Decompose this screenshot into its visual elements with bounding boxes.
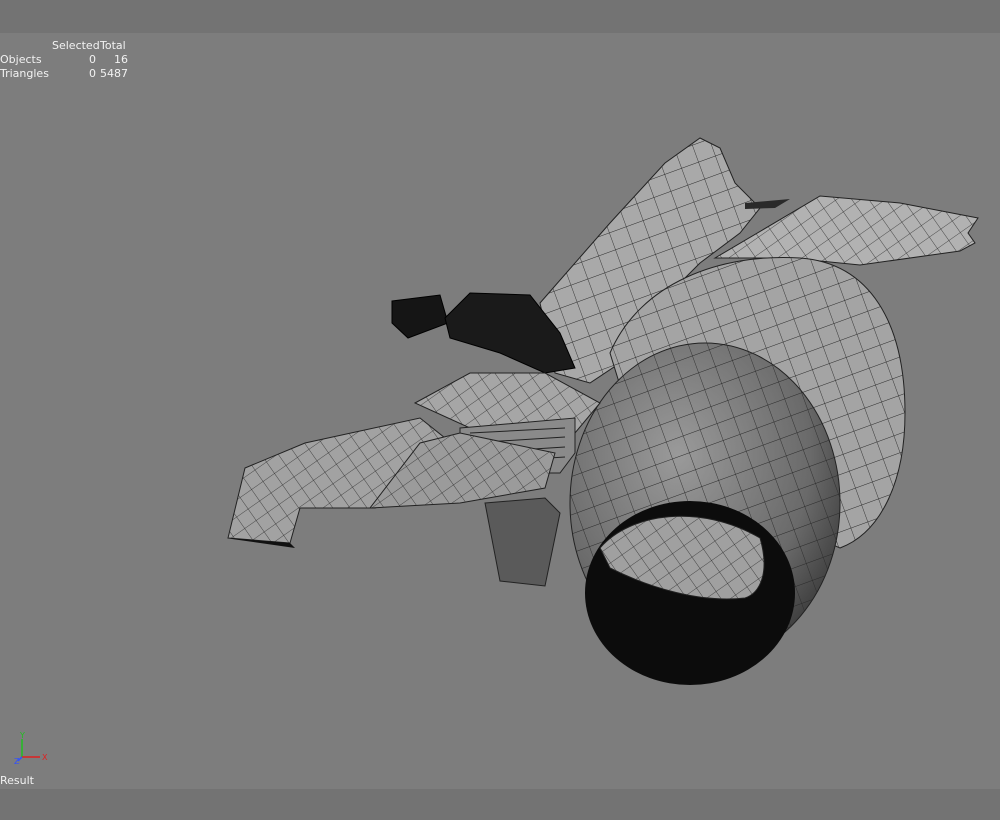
spaceship-mesh[interactable] <box>0 33 1000 789</box>
ventral-fin <box>484 497 561 587</box>
axis-gizmo-icon: Y X Z <box>14 731 48 765</box>
stats-label: Objects <box>0 53 42 66</box>
stats-header-selected: Selected <box>52 39 100 52</box>
axis-y-label: Y <box>19 731 25 740</box>
result-status-label: Result <box>0 774 34 787</box>
stats-row-objects: Objects 0 16 <box>0 53 132 67</box>
right-wing <box>713 195 979 266</box>
engine-intake <box>569 342 841 685</box>
stats-selected-value: 0 <box>89 67 96 80</box>
axis-z-label: Z <box>14 757 20 765</box>
app-window: Selected Total Objects 0 16 Triangles 0 … <box>0 0 1000 820</box>
axis-x-label: X <box>42 753 48 762</box>
3d-viewport[interactable]: Selected Total Objects 0 16 Triangles 0 … <box>0 33 1000 789</box>
stats-header-total: Total <box>100 39 126 52</box>
bottom-frame-bar <box>0 789 1000 820</box>
stats-total-value: 16 <box>114 53 128 66</box>
stats-selected-value: 0 <box>89 53 96 66</box>
top-frame-bar <box>0 0 1000 33</box>
stats-total-value: 5487 <box>100 67 128 80</box>
stats-label: Triangles <box>0 67 49 80</box>
scene-stats-panel: Selected Total Objects 0 16 Triangles 0 … <box>0 39 132 81</box>
stats-row-triangles: Triangles 0 5487 <box>0 67 132 81</box>
